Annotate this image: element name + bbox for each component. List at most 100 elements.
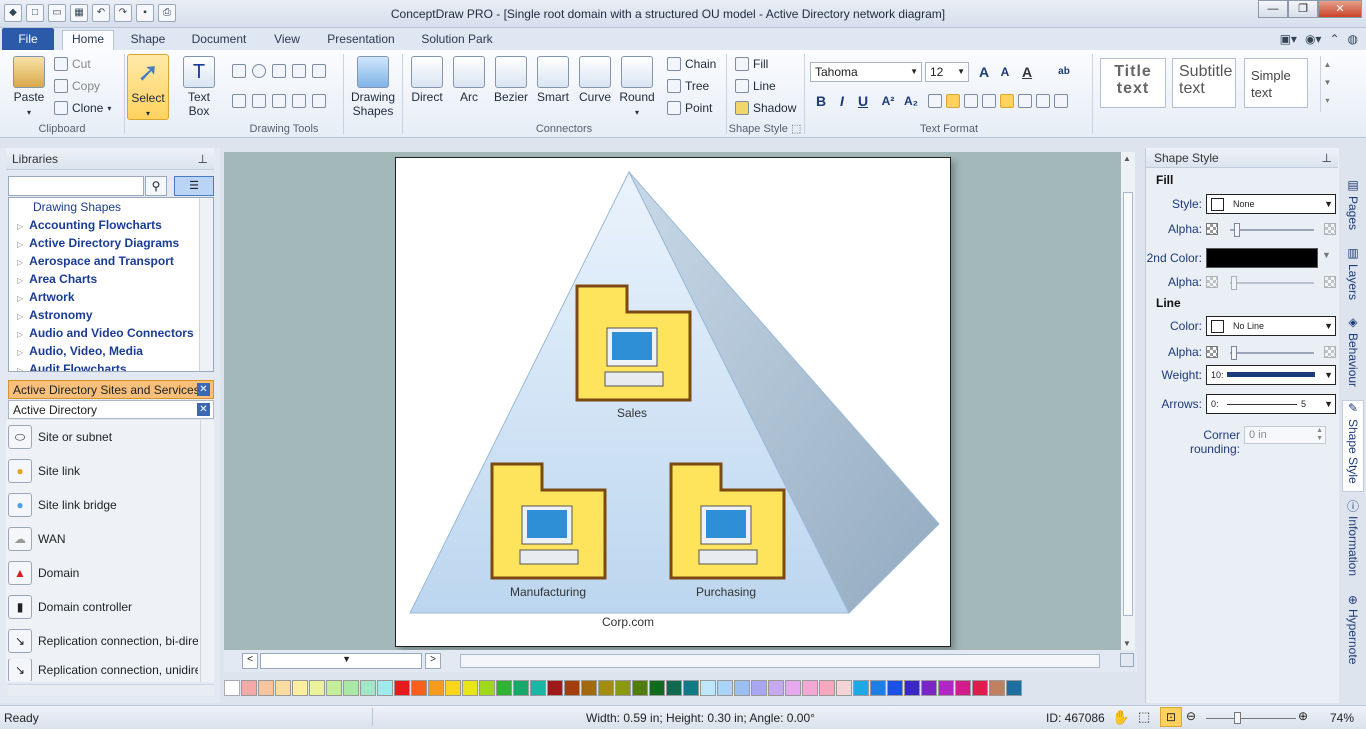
palette-swatch[interactable]: [921, 680, 937, 696]
line-color-select[interactable]: No Line ▼: [1206, 316, 1336, 336]
tab-shape[interactable]: Shape: [126, 31, 170, 50]
library-item[interactable]: Drawing Shapes: [33, 200, 121, 214]
side-tab-hypernote[interactable]: ⊕ Hypernote: [1342, 595, 1364, 675]
palette-swatch[interactable]: [904, 680, 920, 696]
font-color-icon[interactable]: A: [1018, 63, 1036, 81]
tab-view[interactable]: View: [268, 31, 306, 50]
palette-swatch[interactable]: [343, 680, 359, 696]
close-icon[interactable]: ✕: [197, 403, 210, 416]
zoom-out-icon[interactable]: ⊖: [1186, 709, 1196, 723]
align-center-icon[interactable]: [946, 94, 960, 108]
font-family-select[interactable]: Tahoma ▼: [810, 62, 922, 82]
palette-swatch[interactable]: [360, 680, 376, 696]
pin-icon[interactable]: ⊥: [1322, 148, 1332, 168]
library-view-icon[interactable]: ☰: [174, 176, 214, 196]
side-tab-information[interactable]: ⓘ Information: [1342, 500, 1364, 584]
palette-swatch[interactable]: [598, 680, 614, 696]
next-page-icon[interactable]: >: [425, 653, 441, 669]
palette-swatch[interactable]: [615, 680, 631, 696]
styles-scroll[interactable]: ▲ ▼ ▾: [1320, 56, 1334, 112]
canvas-vertical-scrollbar[interactable]: ▲ ▼: [1121, 152, 1135, 650]
simple-text-style[interactable]: Simple text: [1244, 58, 1308, 108]
palette-swatch[interactable]: [530, 680, 546, 696]
grow-font-icon[interactable]: A: [975, 63, 993, 81]
tree-button[interactable]: Tree: [667, 79, 709, 93]
library-shape[interactable]: ⬭ Site or subnet: [8, 421, 198, 453]
line-weight-select[interactable]: 10: ▼: [1206, 365, 1336, 385]
second-alpha-slider[interactable]: [1230, 276, 1314, 290]
second-color-dropdown-icon[interactable]: ▼: [1322, 250, 1331, 260]
valign-top-icon[interactable]: [1000, 94, 1014, 108]
palette-swatch[interactable]: [717, 680, 733, 696]
search-icon[interactable]: ⚲: [145, 176, 167, 196]
line-alpha-slider[interactable]: [1230, 346, 1314, 360]
line-button[interactable]: Line: [735, 79, 776, 93]
clone-button[interactable]: Clone ▾: [54, 101, 111, 115]
palette-swatch[interactable]: [564, 680, 580, 696]
palette-swatch[interactable]: [479, 680, 495, 696]
side-tab-behaviour[interactable]: ◈ Behaviour: [1342, 315, 1364, 395]
italic-icon[interactable]: I: [833, 92, 851, 110]
palette-swatch[interactable]: [768, 680, 784, 696]
curve-icon[interactable]: [312, 64, 326, 78]
palette-swatch[interactable]: [938, 680, 954, 696]
diagram-page[interactable]: Sales Manufacturing Purchasing Corp.com: [395, 157, 951, 647]
library-search-input[interactable]: [8, 176, 144, 196]
arc-icon[interactable]: [292, 64, 306, 78]
fill-button[interactable]: Fill: [735, 57, 768, 71]
text-rotate-icon[interactable]: [1054, 94, 1068, 108]
palette-swatch[interactable]: [853, 680, 869, 696]
palette-swatch[interactable]: [462, 680, 478, 696]
library-shape[interactable]: ↘Replication connection, unidirectional: [8, 659, 198, 681]
drawing-shapes-button[interactable]: Drawing Shapes: [348, 56, 398, 118]
palette-swatch[interactable]: [802, 680, 818, 696]
tab-solution-park[interactable]: Solution Park: [416, 31, 498, 50]
arrows-select[interactable]: 0: 5 ▼: [1206, 394, 1336, 414]
palette-swatch[interactable]: [292, 680, 308, 696]
palette-swatch[interactable]: [700, 680, 716, 696]
close-button[interactable]: ✕: [1318, 0, 1362, 18]
shrink-font-icon[interactable]: A: [996, 63, 1014, 81]
select-button[interactable]: ➚ Select ▾: [127, 54, 169, 120]
point-edit-icon[interactable]: [232, 94, 246, 108]
maximize-button[interactable]: ❐: [1288, 0, 1318, 18]
ellipse-icon[interactable]: [252, 64, 266, 78]
palette-swatch[interactable]: [428, 680, 444, 696]
rectangle-icon[interactable]: [232, 64, 246, 78]
connector-bezier-button[interactable]: Bezier: [492, 56, 530, 104]
bold-icon[interactable]: B: [812, 92, 830, 110]
palette-swatch[interactable]: [445, 680, 461, 696]
open-library-active-directory[interactable]: Active Directory ✕: [8, 400, 214, 419]
library-shape[interactable]: ↘Replication connection, bi-directional: [8, 625, 198, 657]
valign-bottom-icon[interactable]: [1036, 94, 1050, 108]
palette-swatch[interactable]: [734, 680, 750, 696]
connector-smart-button[interactable]: Smart: [534, 56, 572, 104]
align-left-icon[interactable]: [928, 94, 942, 108]
palette-swatch[interactable]: [955, 680, 971, 696]
library-item[interactable]: ▷ Audit Flowcharts: [17, 362, 127, 371]
paste-button[interactable]: Paste ▾: [10, 56, 48, 118]
library-shape[interactable]: ▲ Domain: [8, 557, 198, 589]
underline-icon[interactable]: U: [854, 92, 872, 110]
fill-alpha-slider[interactable]: [1230, 223, 1314, 237]
library-shape[interactable]: ▮ Domain controller: [8, 591, 198, 623]
palette-swatch[interactable]: [1006, 680, 1022, 696]
close-icon[interactable]: ✕: [197, 383, 210, 396]
palette-swatch[interactable]: [751, 680, 767, 696]
scroll-thumb[interactable]: [1123, 192, 1133, 616]
zoom-slider-knob[interactable]: [1234, 712, 1241, 724]
side-tab-pages[interactable]: ▤ Pages: [1342, 178, 1364, 238]
palette-swatch[interactable]: [377, 680, 393, 696]
fit-page-icon[interactable]: [1120, 653, 1134, 667]
palette-swatch[interactable]: [513, 680, 529, 696]
valign-middle-icon[interactable]: [1018, 94, 1032, 108]
palette-swatch[interactable]: [683, 680, 699, 696]
palette-swatch[interactable]: [241, 680, 257, 696]
palette-swatch[interactable]: [989, 680, 1005, 696]
pin-icon[interactable]: ⊥: [198, 148, 208, 170]
superscript-icon[interactable]: A²: [879, 92, 897, 110]
palette-swatch[interactable]: [887, 680, 903, 696]
shapes-scrollbar[interactable]: [200, 420, 214, 682]
library-item[interactable]: ▷ Audio and Video Connectors: [17, 326, 194, 340]
chain-button[interactable]: Chain: [667, 57, 716, 71]
